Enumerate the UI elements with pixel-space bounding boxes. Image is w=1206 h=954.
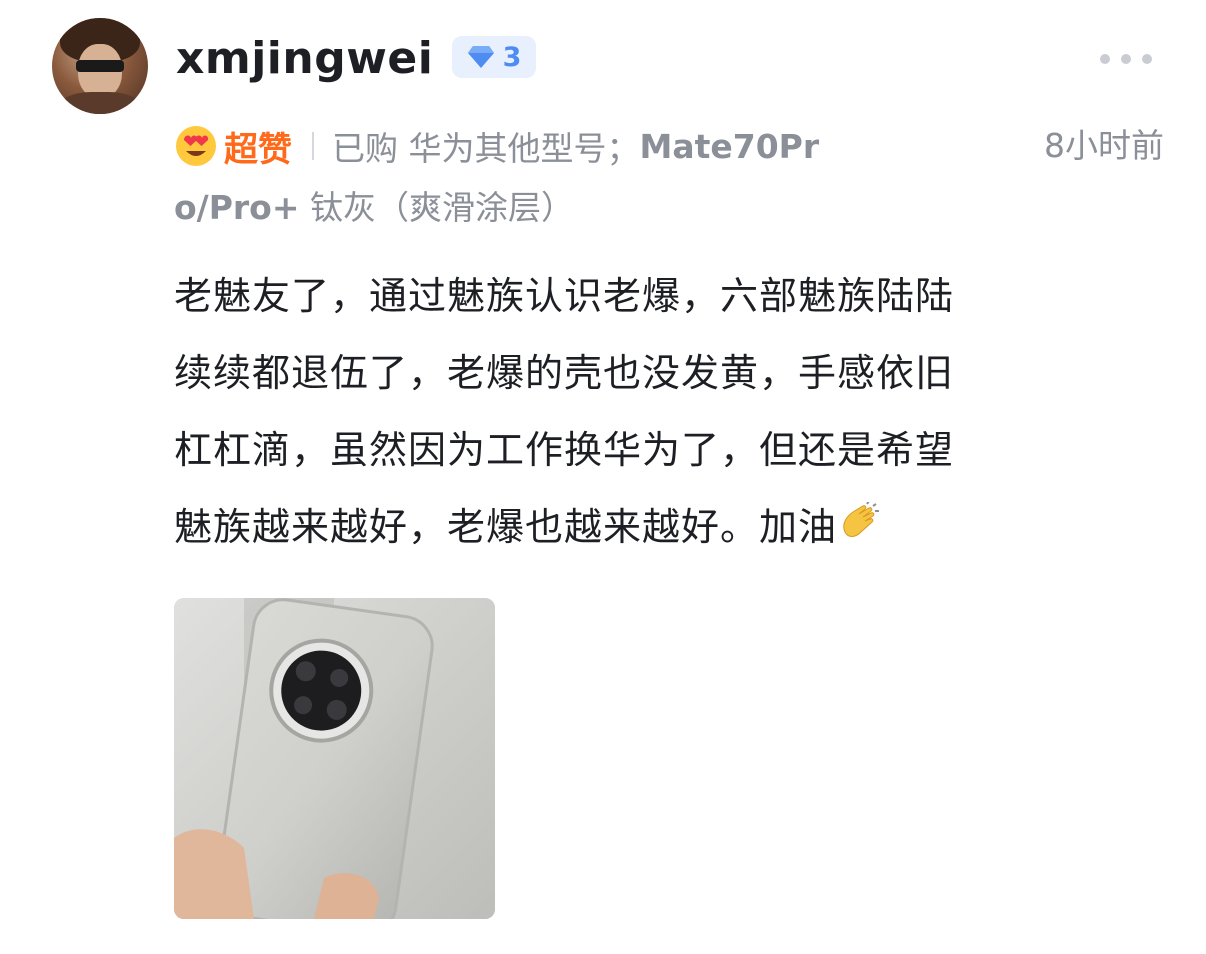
- user-level-badge: 3: [452, 36, 536, 78]
- review-text-last-line: 魅族越来越好，老爆也越来越好。加油: [174, 489, 1164, 566]
- review-meta: 超赞 已购 华为其他型号； Mate70Pr 8小时前: [174, 118, 1164, 174]
- review-photo[interactable]: [174, 598, 495, 919]
- diamond-icon: [467, 46, 494, 68]
- user-level-number: 3: [502, 41, 522, 73]
- avatar-shirt: [58, 92, 142, 114]
- more-dot: [1121, 54, 1131, 64]
- more-dot: [1142, 54, 1152, 64]
- phone-photo: [174, 598, 495, 919]
- rating-label: 超赞: [224, 129, 292, 170]
- purchase-info-prefix: 已购 华为其他型号；: [332, 129, 640, 168]
- review-text-line: 续续都退伍了，老爆的壳也没发黄，手感依旧: [174, 351, 955, 395]
- user-avatar[interactable]: [52, 18, 148, 114]
- review-text-line: 老魅友了，通过魅族认识老爆，六部魅族陆陆: [174, 274, 955, 318]
- purchase-model-continued: o/Pro+: [174, 188, 300, 227]
- clapping-hands-emoji-icon: [843, 502, 880, 537]
- username[interactable]: xmjingwei: [176, 24, 433, 94]
- review-text-line: 魅族越来越好，老爆也越来越好。加油: [174, 505, 838, 549]
- purchase-info-continued: o/Pro+ 钛灰（爽滑涂层）: [174, 180, 574, 236]
- heart-eyes-emoji-icon: [176, 126, 216, 166]
- more-dot: [1100, 54, 1110, 64]
- purchase-model: Mate70Pr: [639, 126, 820, 166]
- more-options-icon[interactable]: [1100, 52, 1152, 66]
- purchase-color: 钛灰（爽滑涂层）: [299, 188, 575, 227]
- review-timestamp: 8小时前: [1044, 126, 1164, 165]
- review-body: 老魅友了，通过魅族认识老爆，六部魅族陆陆 续续都退伍了，老爆的壳也没发黄，手感依…: [174, 258, 1164, 566]
- review-text-line: 杠杠滴，虽然因为工作换华为了，但还是希望: [174, 428, 955, 472]
- meta-divider: [312, 132, 314, 160]
- avatar-sunglasses: [76, 60, 124, 72]
